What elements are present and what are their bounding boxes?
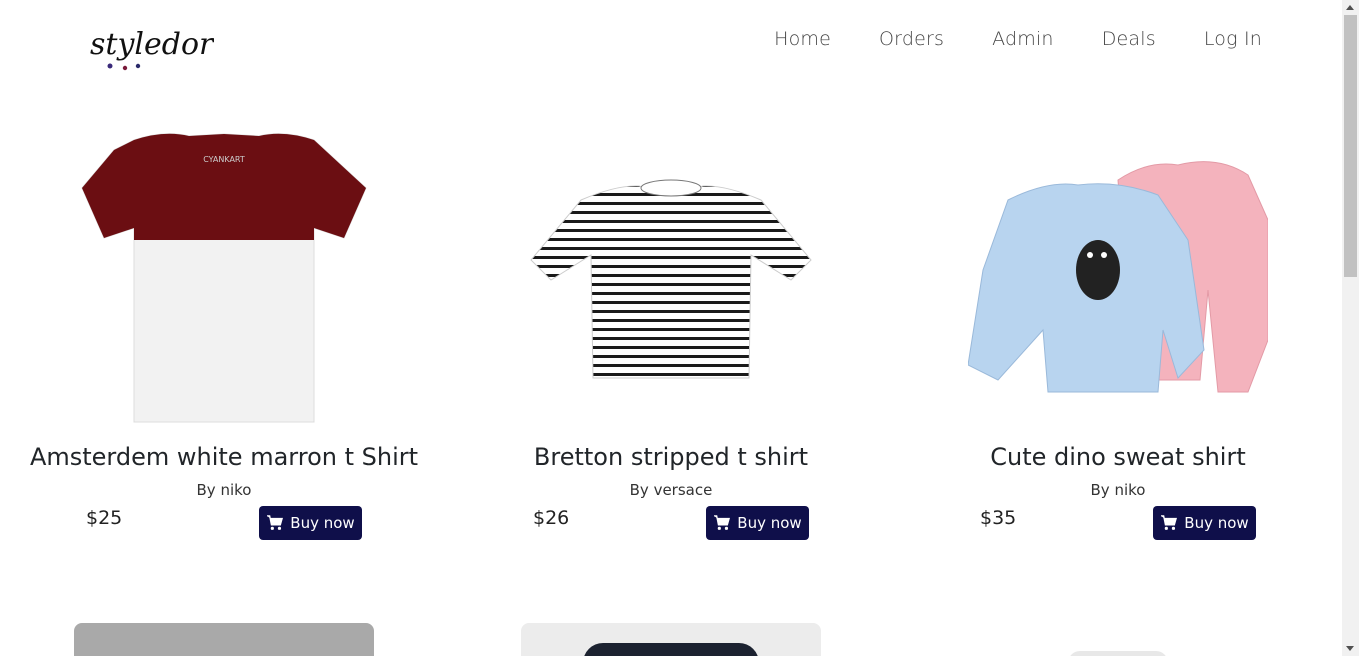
scroll-down-icon[interactable] <box>1346 646 1354 651</box>
product-price: $26 <box>533 507 570 529</box>
product-title: Amsterdem white marron t Shirt <box>29 443 419 471</box>
product-author: By niko <box>1090 481 1146 499</box>
product-image-dino-sweatshirt[interactable] <box>968 130 1268 430</box>
product-price: $35 <box>980 507 1017 529</box>
product-grid: CYANKART Amsterdem white marron t Shirt … <box>0 0 1342 656</box>
page-scrollbar[interactable] <box>1342 0 1359 656</box>
scroll-up-icon[interactable] <box>1346 5 1354 10</box>
product-image-partial[interactable] <box>74 623 374 656</box>
product-author: By niko <box>196 481 252 499</box>
buy-now-label: Buy now <box>1184 514 1249 532</box>
product-card: Cute dino sweat shirt By niko $35 Buy no… <box>894 130 1342 550</box>
cart-icon <box>714 515 731 530</box>
product-title: Bretton stripped t shirt <box>533 443 809 471</box>
buy-now-button[interactable]: Buy now <box>1153 506 1256 540</box>
product-image-partial[interactable] <box>968 623 1268 656</box>
buy-now-button[interactable]: Buy now <box>259 506 362 540</box>
product-title: Cute dino sweat shirt <box>990 443 1246 471</box>
cart-icon <box>1161 515 1178 530</box>
buy-now-button[interactable]: Buy now <box>706 506 809 540</box>
cart-icon <box>267 515 284 530</box>
scroll-thumb[interactable] <box>1344 15 1357 277</box>
buy-now-label: Buy now <box>290 514 355 532</box>
product-price: $25 <box>86 507 123 529</box>
product-image-striped-shirt[interactable] <box>521 130 821 430</box>
product-image-partial[interactable] <box>521 623 821 656</box>
buy-now-label: Buy now <box>737 514 802 532</box>
product-card: CYANKART Amsterdem white marron t Shirt … <box>0 130 448 550</box>
product-card: Bretton stripped t shirt By versace $26 … <box>447 130 895 550</box>
product-image-maroon-shirt[interactable]: CYANKART <box>74 130 374 430</box>
product-author: By versace <box>629 481 713 499</box>
svg-text:CYANKART: CYANKART <box>203 155 245 164</box>
